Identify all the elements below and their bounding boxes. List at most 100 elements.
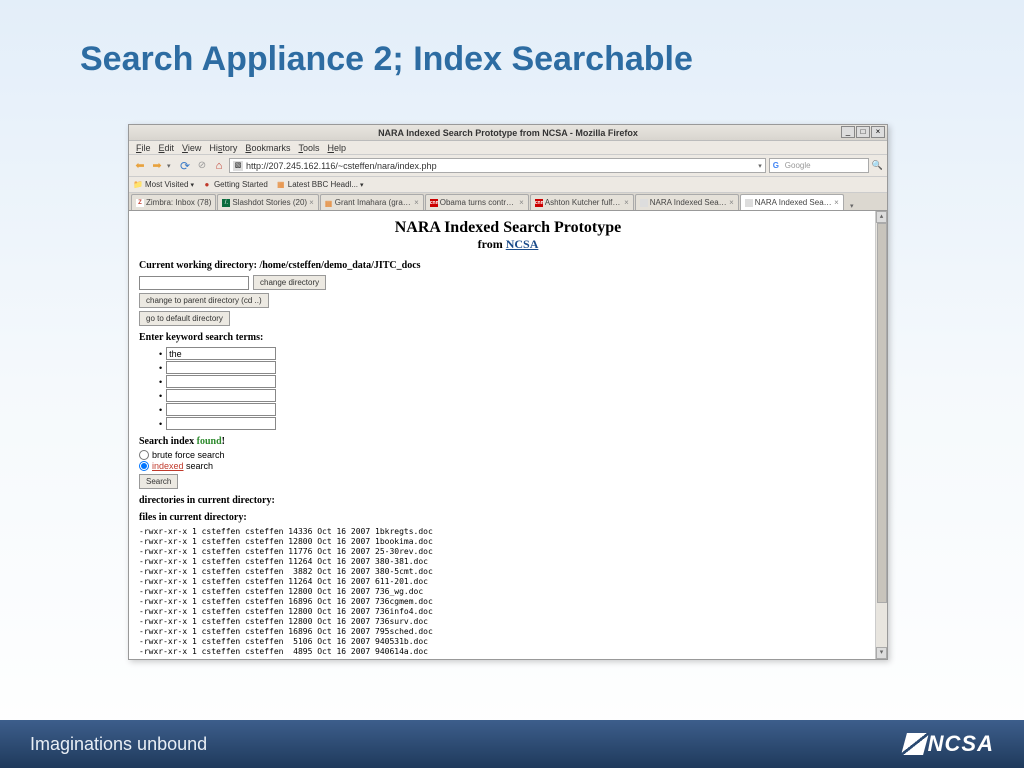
tabs-bar: ZZimbra: Inbox (78)/.Slashdot Stories (2… xyxy=(129,193,887,211)
bookmark-item[interactable]: 📁Most Visited▾ xyxy=(133,180,194,190)
browser-window: NARA Indexed Search Prototype from NCSA … xyxy=(128,124,888,660)
bookmark-item[interactable]: ●Getting Started xyxy=(202,180,268,190)
index-status: Search index found! xyxy=(139,436,877,447)
nav-history-dropdown[interactable]: ▾ xyxy=(167,162,175,170)
url-bar[interactable]: ▧ http://207.245.162.116/~csteffen/nara/… xyxy=(229,158,766,173)
menu-bookmarks[interactable]: Bookmarks xyxy=(242,143,293,153)
scroll-down-button[interactable]: ▾ xyxy=(876,647,887,659)
tab-label: NARA Indexed Searc... xyxy=(650,198,727,207)
change-directory-button[interactable]: change directory xyxy=(253,275,326,290)
tab-label: Obama turns contro... xyxy=(440,198,517,207)
default-directory-button[interactable]: go to default directory xyxy=(139,311,230,326)
stop-button: ⊘ xyxy=(195,159,209,173)
scrollbar[interactable]: ▴ ▾ xyxy=(875,211,887,659)
url-dropdown[interactable]: ▾ xyxy=(758,162,762,170)
url-text[interactable]: http://207.245.162.116/~csteffen/nara/in… xyxy=(246,161,755,171)
search-term-input-0[interactable] xyxy=(166,347,276,360)
search-terms-list: • • • • • • xyxy=(159,347,877,430)
search-bar[interactable]: G Google xyxy=(769,158,869,173)
minimize-button[interactable]: _ xyxy=(841,126,855,138)
tabs-overflow-dropdown[interactable]: ▾ xyxy=(845,202,859,210)
menu-view[interactable]: View xyxy=(179,143,204,153)
browser-tab[interactable]: ▦Grant Imahara (gran...× xyxy=(320,194,424,210)
forward-button[interactable]: ➡ xyxy=(150,159,164,173)
browser-tab[interactable]: NARA Indexed Searc...× xyxy=(740,194,844,210)
browser-tab[interactable]: cnnAshton Kutcher fulfil...× xyxy=(530,194,634,210)
rss-icon: ▦ xyxy=(276,180,286,190)
tab-close-icon[interactable]: × xyxy=(729,198,734,207)
bullet-icon: • xyxy=(159,377,162,387)
search-button[interactable]: Search xyxy=(139,474,178,489)
tab-close-icon[interactable]: × xyxy=(624,198,629,207)
navigation-toolbar: ⬅ ➡ ▾ ⟳ ⊘ ⌂ ▧ http://207.245.162.116/~cs… xyxy=(129,155,887,177)
slide-title: Search Appliance 2; Index Searchable xyxy=(80,40,693,79)
page-subtitle: from NCSA xyxy=(139,237,877,252)
menu-tools[interactable]: Tools xyxy=(295,143,322,153)
bookmarks-bar: 📁Most Visited▾ ●Getting Started ▦Latest BB… xyxy=(129,177,887,193)
tab-close-icon[interactable]: × xyxy=(414,198,419,207)
menu-help[interactable]: Help xyxy=(324,143,349,153)
footer-tagline: Imaginations unbound xyxy=(30,734,207,755)
home-button[interactable]: ⌂ xyxy=(212,159,226,173)
tab-close-icon[interactable]: × xyxy=(309,198,314,207)
red-icon: ● xyxy=(202,180,212,190)
enter-terms-label: Enter keyword search terms: xyxy=(139,332,877,343)
search-placeholder: Google xyxy=(785,161,865,170)
tab-label: Slashdot Stories (20) xyxy=(232,198,307,207)
tab-favicon xyxy=(640,199,648,207)
tab-favicon: Z xyxy=(136,199,144,207)
tab-favicon: cnn xyxy=(430,199,438,207)
indexed-label: indexed search xyxy=(152,461,213,471)
search-term-input-3[interactable] xyxy=(166,389,276,402)
search-term-input-1[interactable] xyxy=(166,361,276,374)
brute-force-radio[interactable] xyxy=(139,450,149,460)
bullet-icon: • xyxy=(159,349,162,359)
menubar: File Edit View History Bookmarks Tools H… xyxy=(129,141,887,155)
parent-directory-button[interactable]: change to parent directory (cd ..) xyxy=(139,293,269,308)
tab-label: Grant Imahara (gran... xyxy=(335,198,412,207)
google-icon: G xyxy=(773,161,783,171)
scroll-thumb[interactable] xyxy=(877,223,887,603)
bookmark-item[interactable]: ▦Latest BBC Headl...▾ xyxy=(276,180,364,190)
browser-tab[interactable]: /.Slashdot Stories (20)× xyxy=(217,194,318,210)
ncsa-link[interactable]: NCSA xyxy=(506,237,539,251)
tab-favicon: cnn xyxy=(535,199,543,207)
search-term-input-2[interactable] xyxy=(166,375,276,388)
bullet-icon: • xyxy=(159,405,162,415)
files-heading: files in current directory: xyxy=(139,512,877,523)
chevron-down-icon: ▾ xyxy=(190,181,194,189)
bullet-icon: • xyxy=(159,363,162,373)
search-term-input-4[interactable] xyxy=(166,403,276,416)
page-heading: NARA Indexed Search Prototype xyxy=(139,219,877,237)
tab-close-icon[interactable]: × xyxy=(519,198,524,207)
reload-button[interactable]: ⟳ xyxy=(178,159,192,173)
menu-file[interactable]: File xyxy=(133,143,154,153)
ncsa-mark-icon xyxy=(904,733,926,755)
file-listing: -rwxr-xr-x 1 csteffen csteffen 14336 Oct… xyxy=(139,527,877,657)
cwd-label: Current working directory: /home/csteffe… xyxy=(139,260,877,271)
window-titlebar: NARA Indexed Search Prototype from NCSA … xyxy=(129,125,887,141)
close-button[interactable]: × xyxy=(871,126,885,138)
indexed-radio[interactable] xyxy=(139,461,149,471)
tab-label: Zimbra: Inbox (78) xyxy=(146,198,211,207)
bullet-icon: • xyxy=(159,391,162,401)
browser-tab[interactable]: ZZimbra: Inbox (78) xyxy=(131,194,216,210)
menu-edit[interactable]: Edit xyxy=(156,143,178,153)
search-term-input-5[interactable] xyxy=(166,417,276,430)
directory-input[interactable] xyxy=(139,276,249,290)
brute-force-label: brute force search xyxy=(152,450,225,460)
folder-icon: 📁 xyxy=(133,180,143,190)
maximize-button[interactable]: □ xyxy=(856,126,870,138)
scroll-up-button[interactable]: ▴ xyxy=(876,211,887,223)
browser-tab[interactable]: NARA Indexed Searc...× xyxy=(635,194,739,210)
tab-close-icon[interactable]: × xyxy=(834,198,839,207)
bookmark-label: Latest BBC Headl... xyxy=(288,180,358,189)
tab-favicon: ▦ xyxy=(325,199,333,207)
back-button[interactable]: ⬅ xyxy=(133,159,147,173)
search-icon[interactable]: 🔍 xyxy=(872,160,883,171)
browser-tab[interactable]: cnnObama turns contro...× xyxy=(425,194,529,210)
menu-history[interactable]: History xyxy=(206,143,240,153)
window-title: NARA Indexed Search Prototype from NCSA … xyxy=(378,128,638,138)
bullet-icon: • xyxy=(159,419,162,429)
tab-favicon: /. xyxy=(222,199,230,207)
